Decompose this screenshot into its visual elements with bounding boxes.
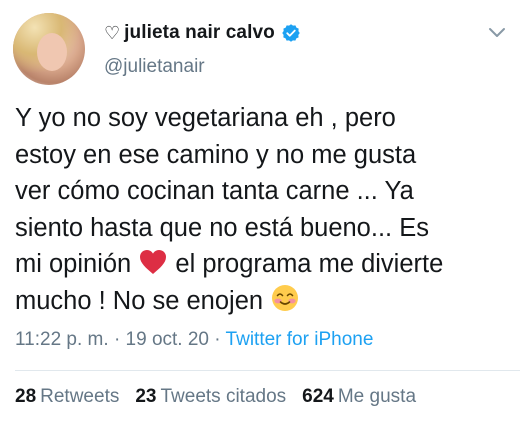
tweet-source-link[interactable]: Twitter for iPhone [226,329,374,350]
stat-count: 23 [135,386,157,407]
meta-separator: · [113,329,121,350]
tweet-line-6-text: mucho ! No se enojen [15,286,264,315]
stat-label: Tweets citados [160,386,287,407]
tweet-line-3: ver cómo cocinan tanta carne ... Ya [15,177,414,205]
name-prefix-heart: ♡ [104,23,121,43]
tweet-line-2: estoy en ese camino y no me gusta [15,140,417,169]
stat-label: Me gusta [337,386,417,407]
avatar-face [37,33,67,71]
tweet-date[interactable]: 19 oct. 20 [126,329,209,350]
red-heart-emoji [140,250,167,274]
stat-quote-tweets[interactable]: 23 Tweets citados [135,386,286,408]
tweet-line-5-start: mi opinión [15,250,132,278]
tweet-line-1: Y yo no soy vegetariana eh , pero [15,104,396,132]
smiling-blushing-emoji [272,284,299,311]
divider [15,370,520,371]
tweet-time[interactable]: 11:22 p. m. [15,329,109,350]
meta-separator-2: · [214,329,221,350]
tweet-header: ♡ julieta nair calvo @julietanair [0,0,520,96]
tweet-line-5-end: el programa me divierte [175,250,444,278]
stat-count: 624 [302,386,334,407]
stat-count: 28 [15,386,37,407]
author-display-name[interactable]: julieta nair calvo [124,22,275,44]
tweet-line-5: mi opinión el programa me divierte [15,246,515,283]
tweet-line-4: siento hasta que no está bueno... Es [15,213,429,242]
stat-label: Retweets [40,386,120,407]
avatar[interactable] [13,13,85,85]
chevron-down-icon[interactable] [488,27,506,39]
author-handle[interactable]: @julietanair [104,56,205,78]
stat-likes[interactable]: 624 Me gusta [302,386,416,408]
verified-badge-icon [282,24,300,42]
tweet-meta: 11:22 p. m. · 19 oct. 20 · Twitter for i… [15,329,373,351]
tweet-stats: 28 Retweets 23 Tweets citados 624 Me gusta [15,386,432,408]
author-name-row[interactable]: ♡ julieta nair calvo [104,22,301,44]
tweet-line-6: mucho ! No se enojen [15,283,515,320]
stat-retweets[interactable]: 28 Retweets [15,386,119,408]
tweet-text: Y yo no soy vegetariana eh , pero estoy … [15,100,515,319]
